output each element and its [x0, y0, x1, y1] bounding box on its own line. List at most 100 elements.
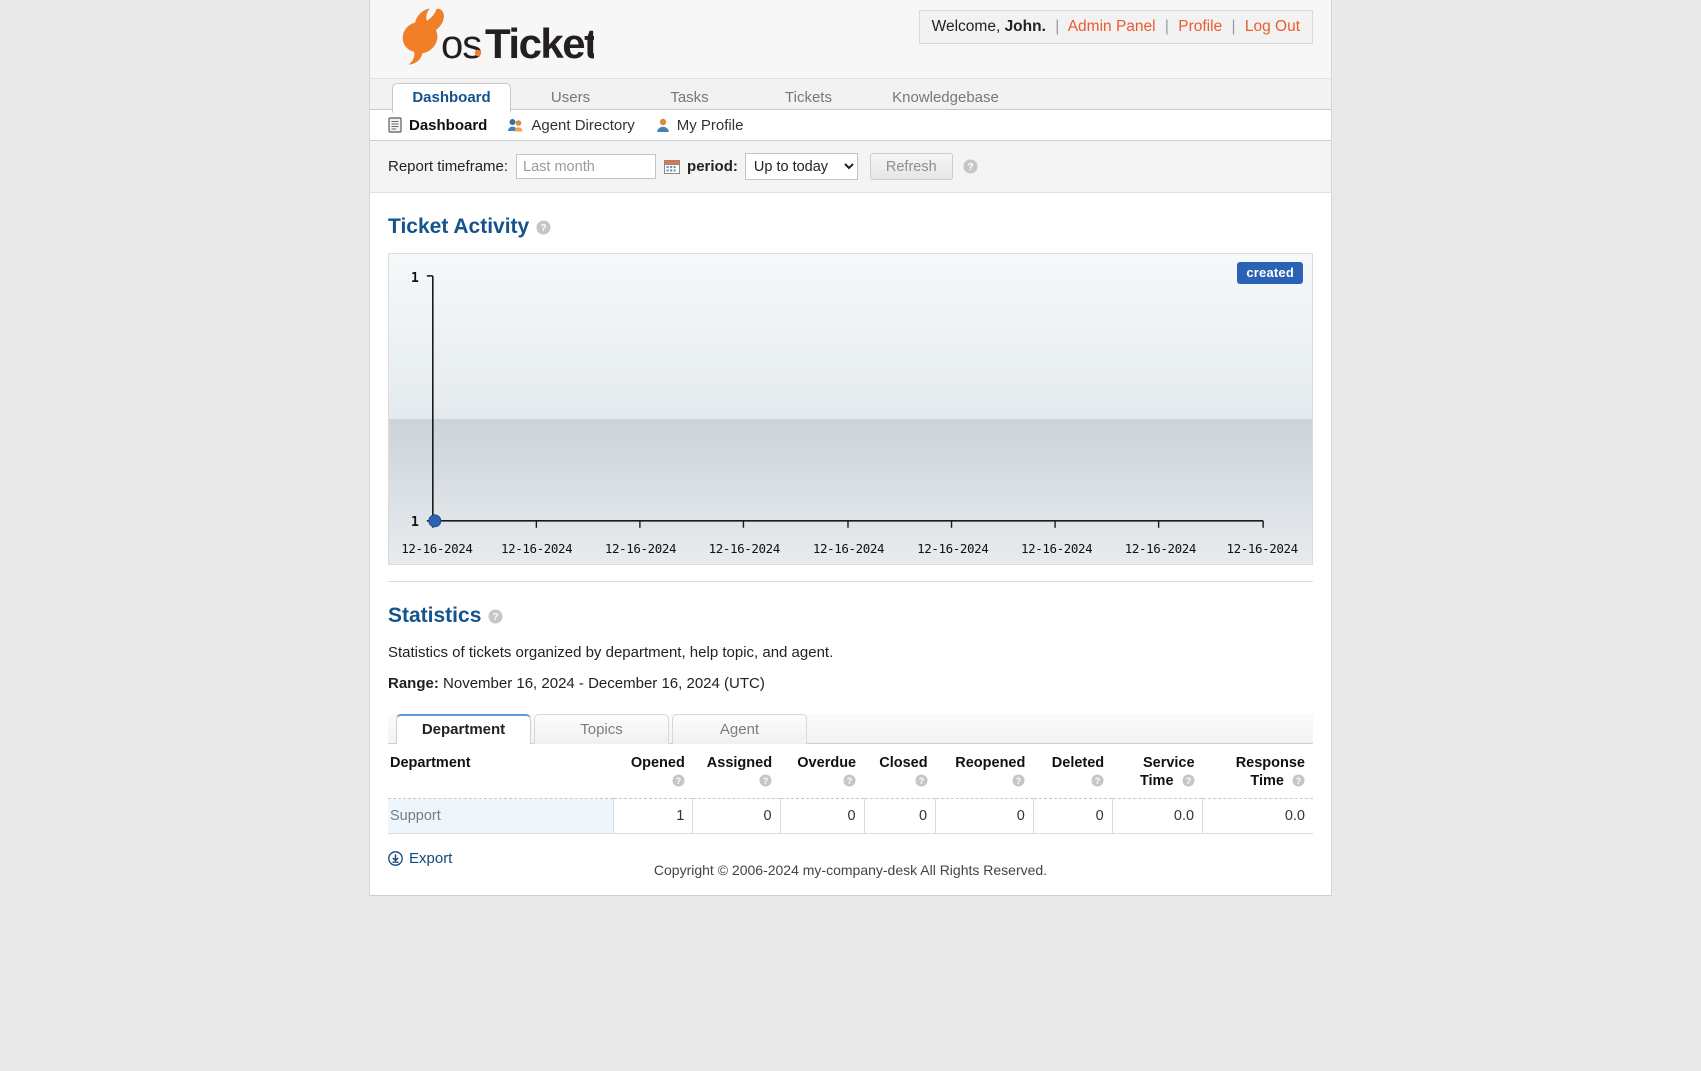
column-label: Closed: [879, 755, 928, 771]
x-axis-tick-label: 12-16-2024: [812, 541, 885, 556]
refresh-button[interactable]: Refresh: [869, 153, 953, 180]
column-label: Assigned: [706, 755, 773, 771]
svg-text:?: ?: [1185, 776, 1191, 786]
column-header-opened[interactable]: Opened ?: [613, 744, 693, 800]
column-label: Overdue: [797, 755, 857, 771]
tab-department[interactable]: Department: [396, 714, 531, 744]
timeframe-input[interactable]: [516, 154, 657, 179]
admin-panel-link[interactable]: Admin Panel: [1068, 18, 1156, 35]
ticket-activity-title: Ticket Activity: [388, 215, 530, 238]
help-icon[interactable]: ?: [1292, 774, 1305, 787]
cell-service-time: 0.0: [1112, 798, 1204, 835]
tab-knowledgebase[interactable]: Knowledgebase: [868, 83, 1023, 112]
welcome-separator-3: |: [1231, 18, 1236, 35]
welcome-separator-1: |: [1055, 18, 1060, 35]
help-icon[interactable]: ?: [788, 774, 856, 787]
y-axis-label-top: 1: [411, 271, 419, 286]
user-icon: [655, 117, 671, 133]
cell-deleted: 0: [1033, 798, 1113, 835]
range-value: November 16, 2024 - December 16, 2024 (U…: [443, 675, 765, 692]
svg-text:?: ?: [967, 162, 973, 173]
column-header-deleted[interactable]: Deleted ?: [1033, 744, 1113, 800]
x-axis-tick-label: 12-16-2024: [401, 541, 473, 556]
column-header-assigned[interactable]: Assigned ?: [692, 744, 781, 800]
cell-response-time: 0.0: [1202, 798, 1313, 835]
cell-opened: 1: [613, 798, 694, 835]
cell-reopened: 0: [935, 798, 1034, 835]
page-body: Ticket Activity ? created 1 1 12-16-2024…: [370, 215, 1331, 895]
tab-agent[interactable]: Agent: [672, 714, 807, 744]
cell-department-name: Support: [388, 798, 615, 835]
svg-text:?: ?: [918, 776, 924, 786]
osticket-logo[interactable]: os Ticket: [389, 5, 594, 71]
x-axis-tick-label: 12-16-2024: [1226, 541, 1299, 556]
subnav-item-dashboard[interactable]: Dashboard: [388, 117, 487, 134]
welcome-separator-2: |: [1164, 18, 1169, 35]
svg-text:?: ?: [1296, 776, 1302, 786]
chart-plot-area: [426, 275, 1264, 528]
tab-users[interactable]: Users: [511, 83, 630, 112]
column-header-response-time[interactable]: Response Time ?: [1202, 744, 1313, 800]
ticket-activity-chart: created 1 1 12-16-2024 12-16-2024 12-16-…: [388, 253, 1313, 565]
x-axis-tick-label: 12-16-2024: [604, 541, 677, 556]
help-icon[interactable]: ?: [1182, 774, 1195, 787]
statistics-tabs: Department Topics Agent: [388, 714, 1313, 744]
svg-text:?: ?: [676, 776, 682, 786]
help-icon[interactable]: ?: [536, 220, 551, 235]
calendar-icon[interactable]: [664, 159, 681, 174]
profile-link[interactable]: Profile: [1178, 18, 1222, 35]
welcome-username: John.: [1004, 18, 1046, 35]
statistics-table: Department Opened ? Assigned ? Overdue ?: [388, 744, 1313, 835]
app-page: os Ticket Welcome, John. | Admin Panel |…: [369, 0, 1332, 897]
tab-tasks[interactable]: Tasks: [630, 83, 749, 112]
timeframe-label: Report timeframe:: [388, 158, 509, 175]
table-header-row: Department Opened ? Assigned ? Overdue ?: [388, 744, 1313, 800]
help-icon[interactable]: ?: [1041, 774, 1104, 787]
svg-text:Ticket: Ticket: [485, 20, 594, 67]
table-row[interactable]: Support 1 0 0 0 0 0 0.0 0.0: [388, 798, 1313, 835]
help-icon[interactable]: ?: [701, 774, 772, 787]
svg-text:?: ?: [541, 223, 547, 234]
column-header-closed[interactable]: Closed ?: [864, 744, 936, 800]
report-timeframe-bar: Report timeframe: period: Up to today Re…: [370, 141, 1331, 193]
welcome-box: Welcome, John. | Admin Panel | Profile |…: [918, 10, 1313, 45]
help-icon[interactable]: ?: [622, 774, 685, 787]
column-header-service-time[interactable]: Service Time ?: [1112, 744, 1203, 800]
column-header-reopened[interactable]: Reopened ?: [935, 744, 1034, 800]
column-label: Deleted: [1051, 755, 1105, 771]
column-label: Opened: [630, 755, 685, 771]
document-icon: [388, 117, 403, 133]
subnav-item-agent-directory[interactable]: Agent Directory: [507, 116, 635, 134]
period-select[interactable]: Up to today: [744, 153, 858, 180]
x-axis-tick-label: 12-16-2024: [1124, 541, 1197, 556]
sub-navigation: Dashboard Agent Directory My Profile: [370, 110, 1331, 141]
logout-link[interactable]: Log Out: [1245, 18, 1300, 35]
section-divider: [388, 581, 1313, 582]
subnav-item-my-profile[interactable]: My Profile: [655, 116, 744, 134]
svg-text:?: ?: [847, 776, 853, 786]
svg-text:?: ?: [1016, 776, 1022, 786]
tab-dashboard[interactable]: Dashboard: [392, 83, 511, 113]
subnav-label-my-profile: My Profile: [676, 116, 744, 134]
column-header-department[interactable]: Department: [388, 744, 614, 800]
x-axis-tick-label: 12-16-2024: [1020, 541, 1093, 556]
x-axis-tick-label: 12-16-2024: [501, 541, 573, 556]
range-label: Range:: [388, 675, 439, 692]
subnav-label-agent-directory: Agent Directory: [531, 116, 635, 134]
column-header-overdue[interactable]: Overdue ?: [780, 744, 865, 800]
help-icon[interactable]: ?: [944, 774, 1026, 787]
help-icon[interactable]: ?: [488, 609, 503, 624]
subnav-label-dashboard: Dashboard: [409, 116, 488, 134]
tab-tickets[interactable]: Tickets: [749, 83, 868, 112]
cell-closed: 0: [864, 798, 937, 835]
svg-text:os: os: [441, 23, 481, 67]
help-icon[interactable]: ?: [872, 774, 928, 787]
help-icon[interactable]: ?: [963, 159, 978, 174]
statistics-range: Range: November 16, 2024 - December 16, …: [388, 675, 1313, 692]
tab-topics[interactable]: Topics: [534, 714, 669, 744]
column-label: Reopened: [955, 755, 1026, 771]
x-axis-tick-label: 12-16-2024: [708, 541, 781, 556]
page-header: os Ticket Welcome, John. | Admin Panel |…: [370, 0, 1331, 79]
cell-overdue: 0: [780, 798, 865, 835]
users-group-icon: [507, 117, 525, 133]
